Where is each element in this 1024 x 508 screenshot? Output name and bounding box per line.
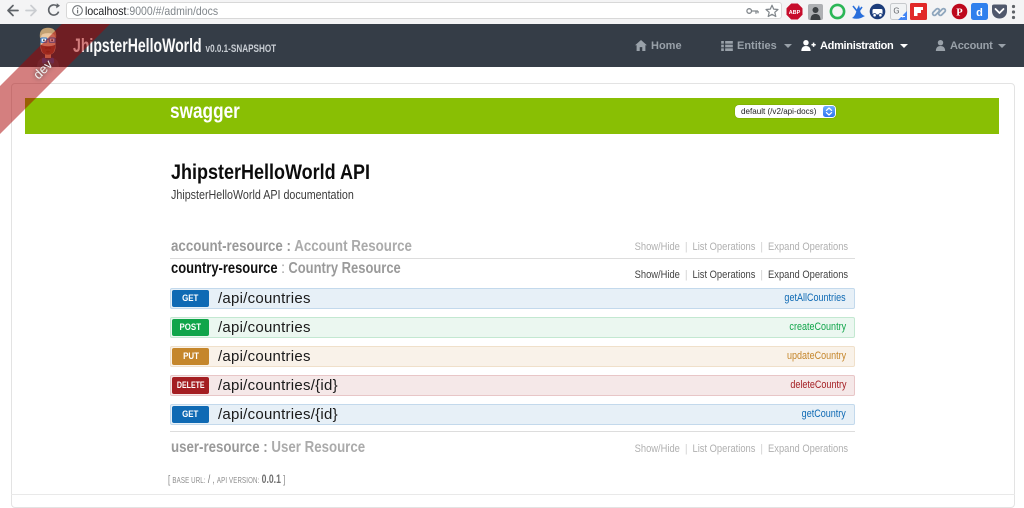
svg-text:d: d <box>976 7 983 19</box>
svg-text:P: P <box>956 7 963 18</box>
svg-text:ABP: ABP <box>789 10 801 16</box>
svg-text:G: G <box>893 7 899 16</box>
